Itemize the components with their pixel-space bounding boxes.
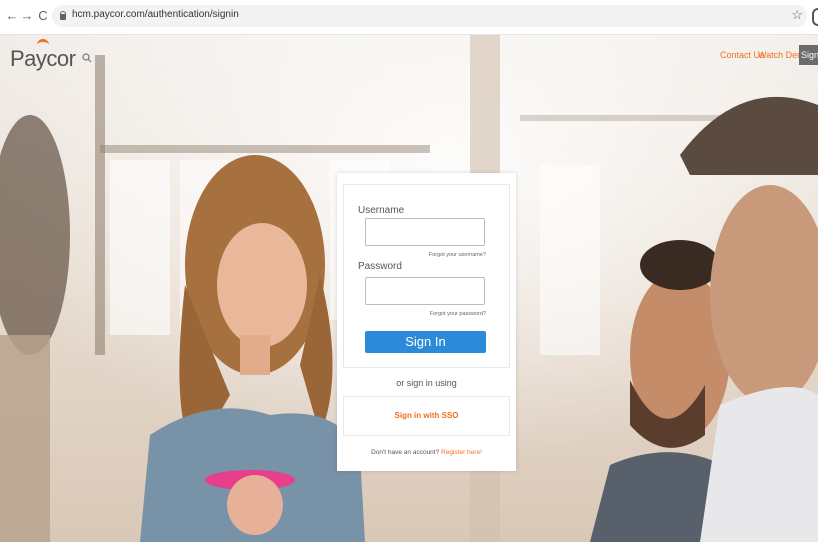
lock-icon (60, 11, 66, 20)
back-icon[interactable]: ← (5, 9, 19, 23)
logo-arc-icon (37, 39, 49, 49)
reload-icon[interactable]: C (36, 9, 50, 23)
login-card: Username Forgot your username? Password … (337, 173, 516, 471)
search-icon[interactable] (82, 53, 92, 63)
forgot-password-link[interactable]: Forgot your password? (430, 311, 486, 317)
paycor-logo[interactable]: Paycor (10, 46, 76, 72)
username-label: Username (358, 205, 405, 216)
register-prompt: Don't have an account? Register here! (337, 449, 516, 456)
password-label: Password (358, 261, 402, 272)
or-sign-in-text: or sign in using (396, 378, 457, 388)
forward-icon[interactable]: → (20, 9, 34, 23)
username-input[interactable] (365, 218, 485, 246)
register-prompt-text: Don't have an account? (371, 449, 440, 456)
register-link[interactable]: Register here! (441, 449, 482, 456)
bookmark-star-icon[interactable]: ☆ (791, 7, 803, 23)
profile-icon[interactable] (812, 8, 818, 26)
sign-in-button[interactable]: Sign In (365, 331, 486, 353)
sso-button[interactable]: Sign in with SSO (343, 396, 510, 436)
url-text[interactable]: hcm.paycor.com/authentication/signin (72, 9, 239, 20)
header-sign-in-button[interactable]: Sign In (799, 45, 818, 65)
browser-toolbar: ← → C hcm.paycor.com/authentication/sign… (0, 0, 818, 35)
address-bar[interactable]: hcm.paycor.com/authentication/signin ☆ (52, 5, 807, 27)
password-input[interactable] (365, 277, 485, 305)
forgot-username-link[interactable]: Forgot your username? (429, 252, 486, 258)
